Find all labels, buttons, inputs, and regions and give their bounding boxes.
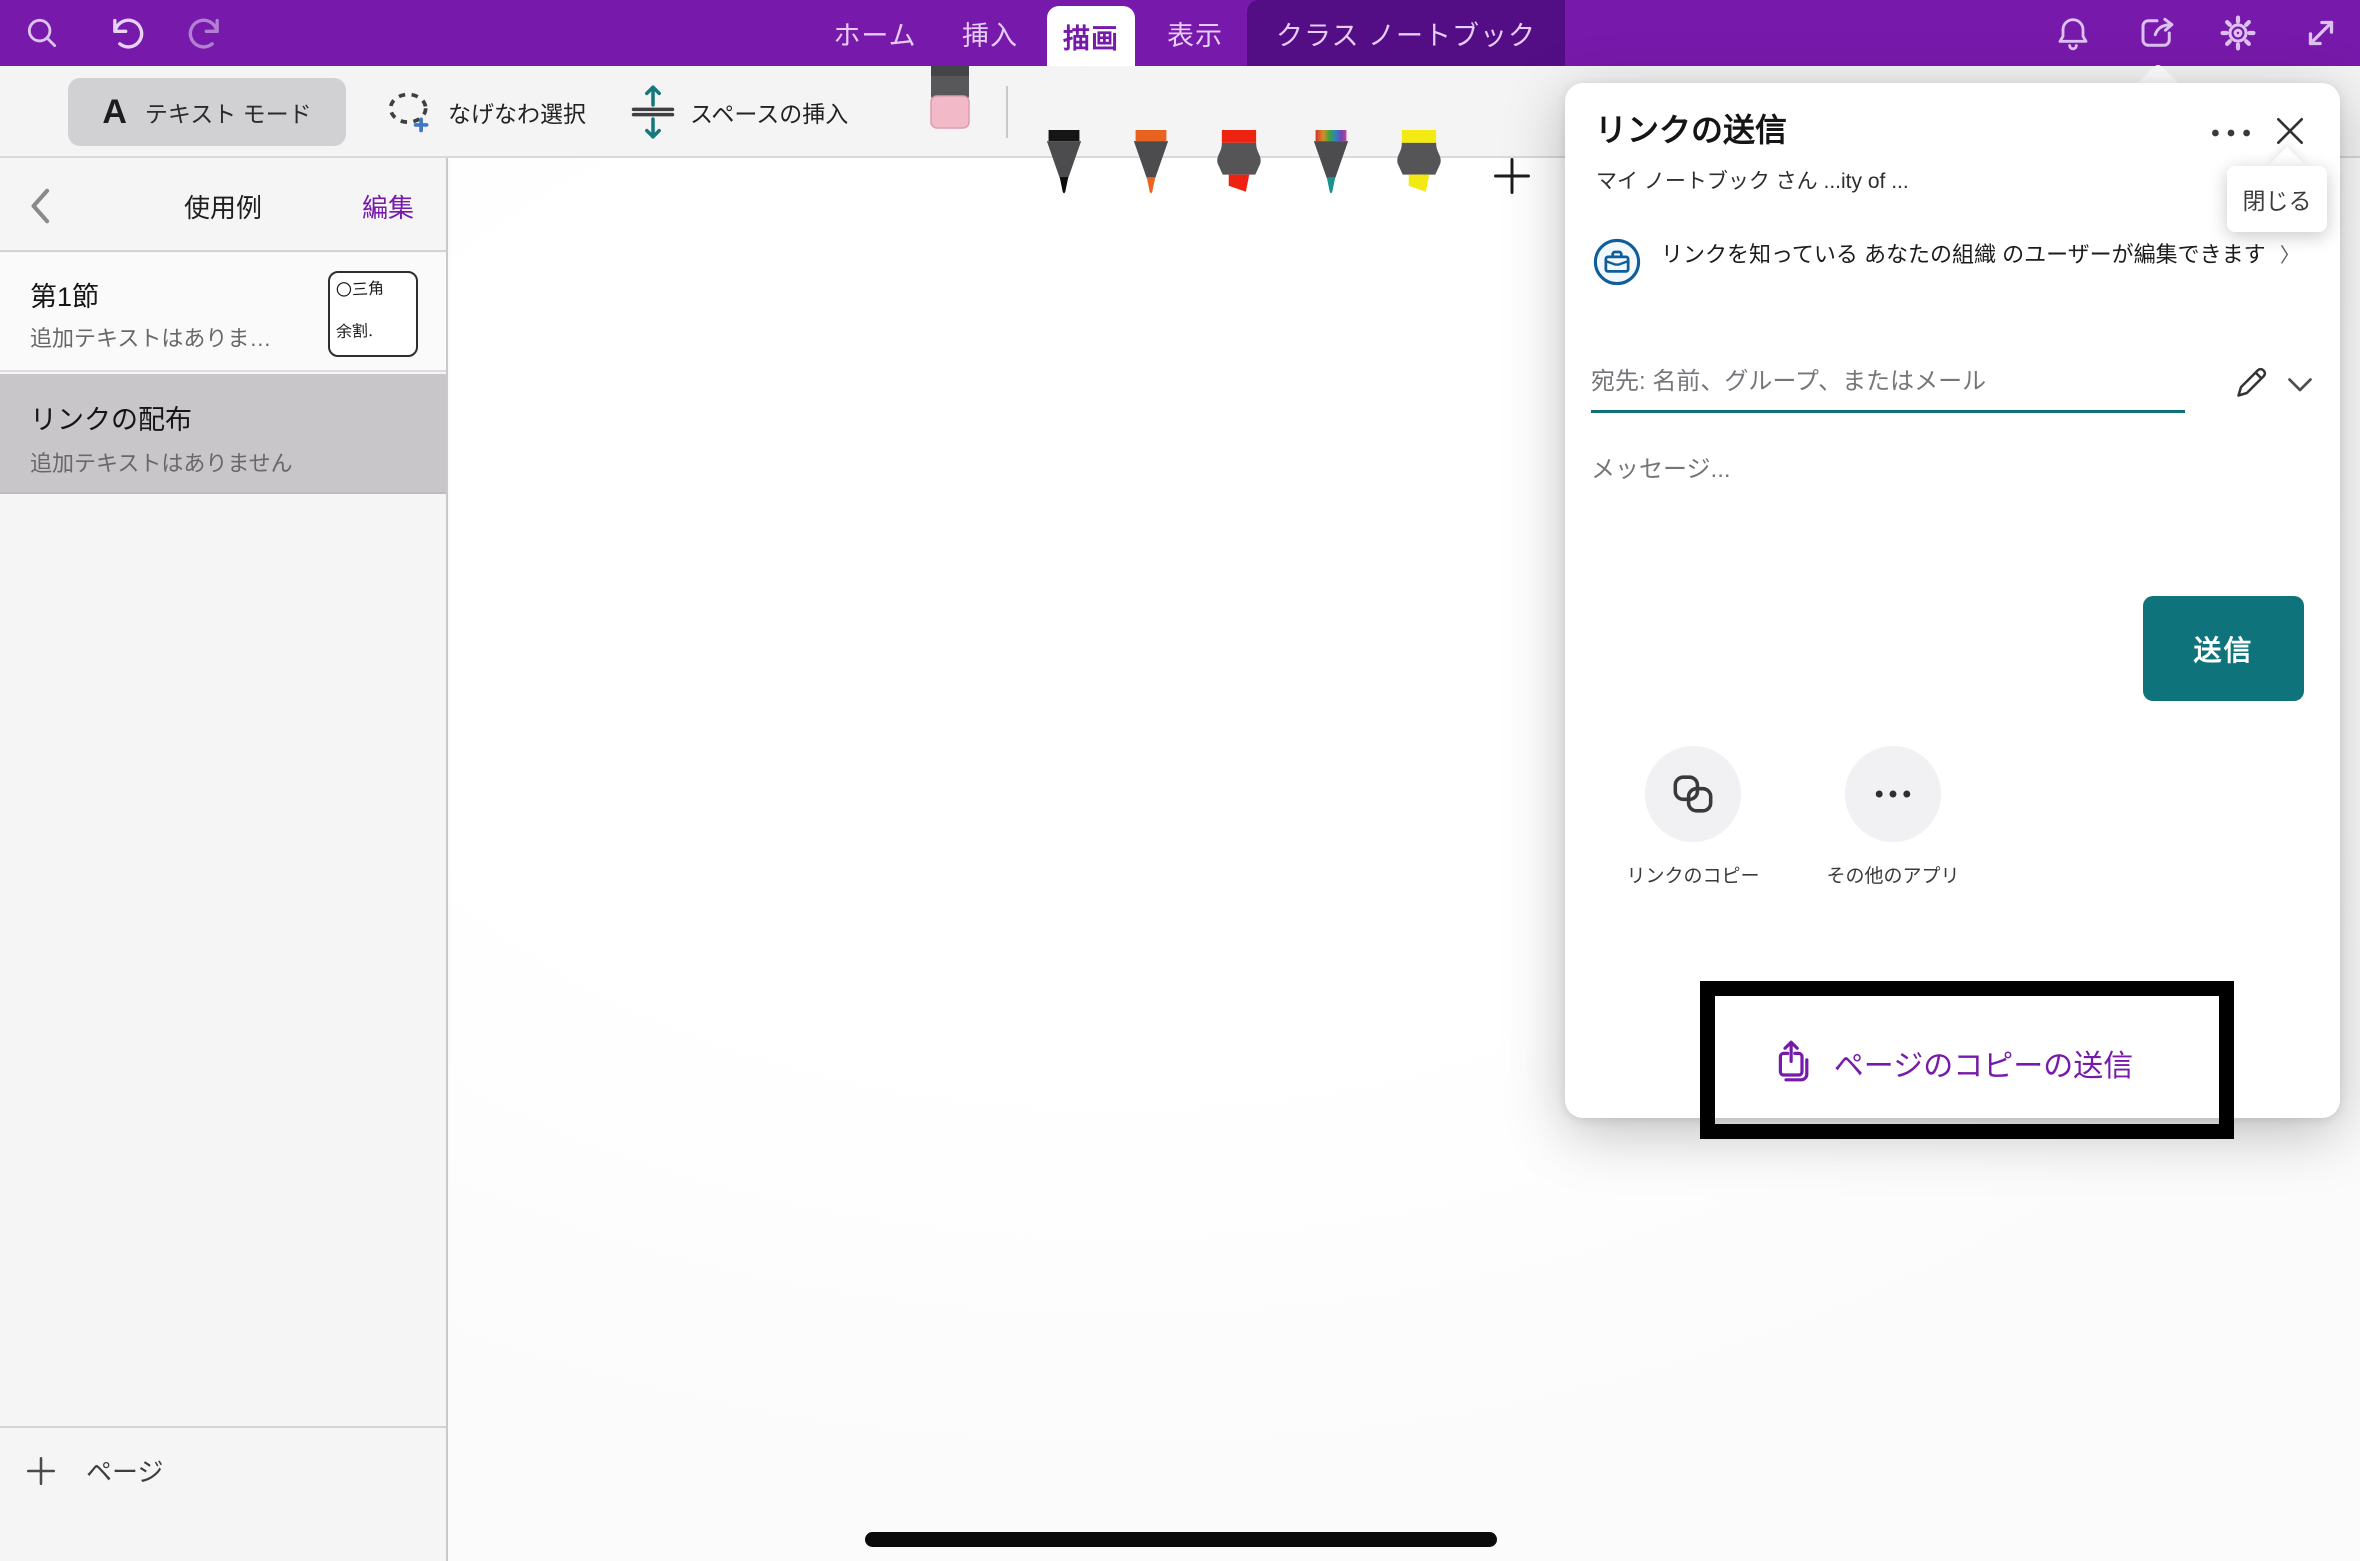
undo-icon[interactable] — [100, 9, 148, 57]
tab-view[interactable]: 表示 — [1157, 0, 1233, 66]
close-tooltip: 閉じる — [2227, 166, 2327, 232]
link-icon — [1670, 771, 1716, 817]
pen-black[interactable] — [1038, 130, 1090, 202]
link-permission-row[interactable]: リンクを知っている あなたの組織 のユーザーが編集できます 〉 — [1593, 238, 2313, 286]
copy-link-label: リンクのコピー — [1593, 861, 1793, 888]
top-app-bar: ホーム 挿入 描画 表示 クラス ノートブック — [0, 0, 2360, 66]
pen-rainbow[interactable] — [1305, 130, 1357, 202]
ellipsis-icon — [1870, 771, 1916, 817]
sidebar-header: 使用例 編集 — [0, 158, 446, 252]
tab-class-notebook[interactable]: クラス ノートブック — [1247, 0, 1565, 66]
home-indicator-handle[interactable] — [865, 1532, 1497, 1547]
message-input[interactable] — [1591, 445, 2281, 495]
redo-icon[interactable] — [184, 9, 232, 57]
eraser-tool[interactable] — [928, 66, 972, 130]
plus-icon — [24, 1454, 58, 1488]
search-icon[interactable] — [18, 9, 66, 57]
chevron-right-icon: 〉 — [2280, 245, 2300, 267]
copy-link-button[interactable] — [1645, 746, 1741, 842]
text-mode-button[interactable]: A テキスト モード — [68, 78, 346, 146]
edit-button[interactable]: 編集 — [362, 188, 414, 225]
tab-insert[interactable]: 挿入 — [952, 0, 1028, 66]
highlighter-yellow[interactable] — [1392, 130, 1446, 202]
notebook-name: マイ ノートブック さん ...ity of ... — [1596, 165, 1909, 195]
add-pen-button[interactable] — [1490, 154, 1534, 198]
close-icon[interactable] — [2270, 111, 2310, 151]
permission-description: リンクを知っている あなたの組織 のユーザーが編集できます 〉 — [1661, 238, 2301, 286]
fullscreen-expand-icon[interactable] — [2297, 9, 2345, 57]
sidebar-footer: ページ — [0, 1426, 446, 1561]
send-link-dialog: リンクの送信 マイ ノートブック さん ...ity of ... リンクを知っ… — [1565, 83, 2340, 1118]
share-icon[interactable] — [2133, 9, 2181, 57]
recipient-row — [1591, 353, 2315, 419]
settings-gear-icon[interactable] — [2214, 9, 2262, 57]
add-page-button[interactable]: ページ — [24, 1452, 163, 1489]
page-thumbnail: 〇三角 余割. — [328, 271, 418, 357]
other-apps-label: その他のアプリ — [1793, 861, 1993, 888]
tab-draw[interactable]: 描画 — [1047, 6, 1135, 66]
organization-briefcase-icon — [1593, 238, 1641, 286]
lasso-icon — [386, 88, 434, 136]
send-button[interactable]: 送信 — [2143, 596, 2304, 701]
page-list-item-selected[interactable]: リンクの配布 追加テキストはありません — [0, 374, 446, 494]
insert-space-icon — [630, 83, 676, 141]
pen-orange[interactable] — [1125, 130, 1177, 202]
recipient-input[interactable] — [1591, 353, 2185, 413]
insert-space-button[interactable]: スペースの挿入 — [630, 66, 848, 158]
chevron-down-icon[interactable] — [2285, 373, 2315, 395]
pencil-edit-icon[interactable] — [2231, 363, 2271, 403]
marker-red[interactable] — [1212, 130, 1266, 202]
tab-home[interactable]: ホーム — [822, 0, 928, 66]
send-page-copy-button[interactable]: ページのコピーの送信 — [1565, 1028, 2340, 1098]
text-mode-a-glyph: A — [102, 93, 127, 132]
other-apps-button[interactable] — [1845, 746, 1941, 842]
page-list-item[interactable]: 第1節 追加テキストはありま… 〇三角 余割. — [0, 253, 446, 372]
notifications-bell-icon[interactable] — [2049, 9, 2097, 57]
toolbar-divider — [1006, 86, 1008, 138]
more-options-icon[interactable] — [2205, 113, 2257, 153]
lasso-select-button[interactable]: なげなわ選択 — [386, 66, 586, 158]
dialog-title: リンクの送信 — [1595, 105, 1787, 151]
page-list-sidebar: 使用例 編集 第1節 追加テキストはありま… 〇三角 余割. リンクの配布 追加… — [0, 158, 448, 1561]
share-page-copy-icon — [1772, 1039, 1816, 1087]
